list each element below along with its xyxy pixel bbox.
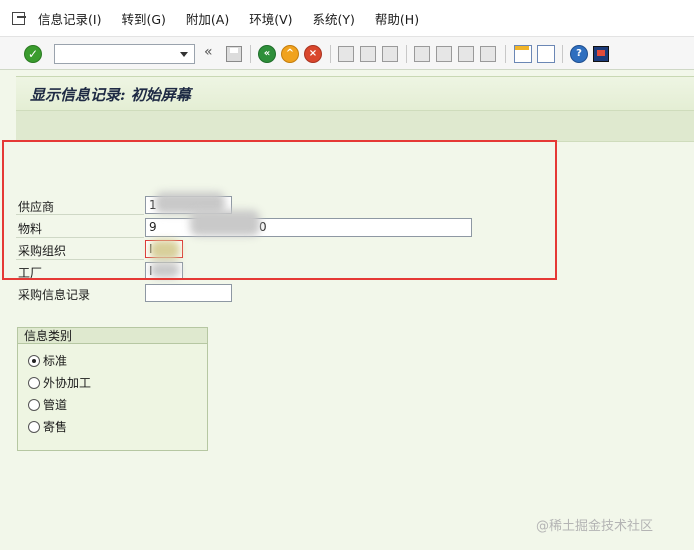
standard-toolbar: ✓ « « ^ × ? xyxy=(0,36,694,70)
material-value: 9 xyxy=(149,220,157,234)
radio-pipeline[interactable]: 管道 xyxy=(28,396,67,413)
screen-title-bar: 显示信息记录: 初始屏幕 xyxy=(16,76,694,110)
radio-selected-icon[interactable] xyxy=(28,354,40,367)
find-icon[interactable] xyxy=(360,46,376,62)
cancel-icon[interactable]: × xyxy=(304,45,322,63)
radio-unselected-icon[interactable] xyxy=(28,376,40,389)
row-divider xyxy=(16,237,144,238)
next-page-icon[interactable] xyxy=(458,46,474,62)
menu-exit-icon[interactable] xyxy=(12,11,28,25)
material-value-tail: 0 xyxy=(259,220,267,234)
command-field[interactable] xyxy=(54,44,195,64)
toolbar-separator xyxy=(505,45,506,63)
redaction-blur xyxy=(150,240,180,260)
save-icon[interactable] xyxy=(226,46,242,62)
help-icon[interactable]: ? xyxy=(570,45,588,63)
chevron-down-icon[interactable] xyxy=(180,52,188,57)
create-shortcut-icon[interactable] xyxy=(537,45,555,63)
menu-extras[interactable]: 附加(A) xyxy=(186,9,229,28)
plant-label: 工厂 xyxy=(18,266,43,280)
info-category-group: 信息类别 标准 外协加工 管道 寄售 xyxy=(17,327,208,451)
material-label: 物料 xyxy=(18,222,43,236)
print-icon[interactable] xyxy=(338,46,354,62)
toolbar-separator xyxy=(406,45,407,63)
vendor-label: 供应商 xyxy=(18,200,55,214)
menu-environment[interactable]: 环境(V) xyxy=(249,9,292,28)
menu-info-record[interactable]: 信息记录(I) xyxy=(38,9,101,28)
menu-help[interactable]: 帮助(H) xyxy=(375,9,419,28)
find-next-icon[interactable] xyxy=(382,46,398,62)
radio-standard-label: 标准 xyxy=(43,354,68,368)
application-toolbar xyxy=(16,110,694,142)
previous-page-icon[interactable] xyxy=(436,46,452,62)
collapse-command-icon[interactable]: « xyxy=(204,44,222,62)
last-page-icon[interactable] xyxy=(480,46,496,62)
menu-system[interactable]: 系统(Y) xyxy=(313,9,355,28)
row-divider xyxy=(16,259,144,260)
back-icon[interactable]: « xyxy=(258,45,276,63)
redaction-blur xyxy=(150,262,180,278)
info-record-field[interactable] xyxy=(145,284,232,302)
toolbar-separator xyxy=(330,45,331,63)
menu-bar: 信息记录(I) 转到(G) 附加(A) 环境(V) 系统(Y) 帮助(H) xyxy=(0,0,694,36)
info-category-title: 信息类别 xyxy=(18,328,207,344)
customize-layout-icon[interactable] xyxy=(593,46,609,62)
radio-pipeline-label: 管道 xyxy=(43,398,68,412)
radio-standard[interactable]: 标准 xyxy=(28,352,67,369)
row-divider xyxy=(16,214,144,215)
exit-icon[interactable]: ^ xyxy=(281,45,299,63)
toolbar-separator xyxy=(562,45,563,63)
page-title: 显示信息记录: 初始屏幕 xyxy=(30,86,191,104)
radio-subcontracting-label: 外协加工 xyxy=(43,376,92,390)
radio-subcontracting[interactable]: 外协加工 xyxy=(28,374,91,391)
new-session-icon[interactable] xyxy=(514,45,532,63)
redaction-blur xyxy=(190,210,260,236)
radio-consignment[interactable]: 寄售 xyxy=(28,418,67,435)
watermark: @稀土掘金技术社区 xyxy=(536,519,654,534)
radio-consignment-label: 寄售 xyxy=(43,420,68,434)
purch-org-label: 采购组织 xyxy=(18,244,67,258)
radio-unselected-icon[interactable] xyxy=(28,420,40,433)
enter-check-icon[interactable]: ✓ xyxy=(24,45,42,63)
radio-unselected-icon[interactable] xyxy=(28,398,40,411)
info-record-label: 采购信息记录 xyxy=(18,288,91,302)
first-page-icon[interactable] xyxy=(414,46,430,62)
toolbar-separator xyxy=(250,45,251,63)
menu-goto[interactable]: 转到(G) xyxy=(121,9,165,28)
